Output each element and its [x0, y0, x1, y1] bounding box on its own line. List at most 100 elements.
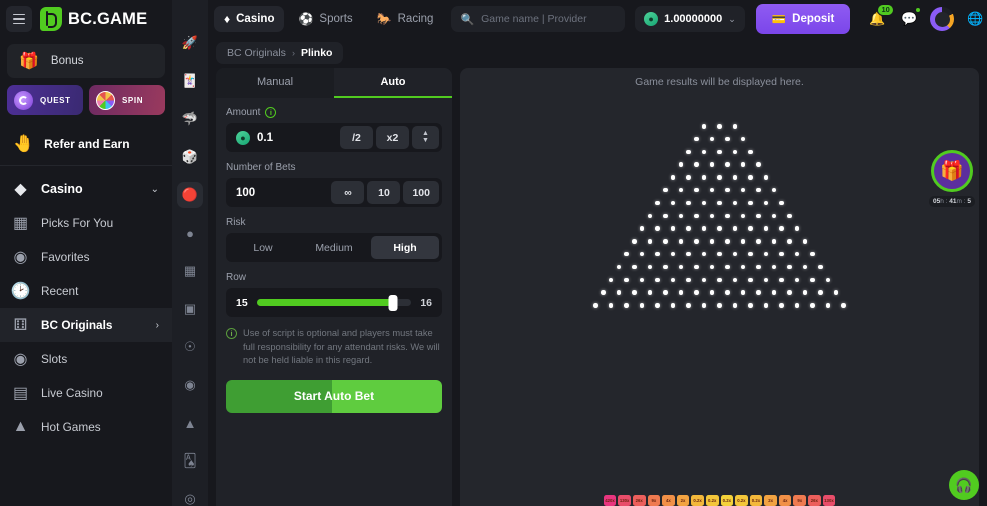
menu-toggle-button[interactable]: [6, 6, 32, 32]
peg: [717, 124, 722, 129]
peg: [825, 277, 831, 283]
info-icon[interactable]: i: [265, 107, 277, 118]
amount-half-button[interactable]: /2: [340, 126, 373, 149]
peg: [802, 264, 807, 270]
breadcrumb-current: Plinko: [300, 47, 333, 59]
start-auto-bet-button[interactable]: Start Auto Bet: [226, 379, 442, 413]
sidebar-item-live-casino[interactable]: ▤ Live Casino: [0, 376, 172, 410]
rail-crash-icon[interactable]: ▲: [177, 410, 203, 436]
rail-limbo-icon[interactable]: ◉: [177, 372, 203, 398]
support-button[interactable]: 🎧: [949, 470, 979, 500]
search-input[interactable]: [481, 13, 617, 25]
peg: [748, 226, 753, 231]
gift-reward-widget[interactable]: 🎁 05h : 41m : 5: [929, 150, 976, 207]
chevron-right-icon: ›: [291, 48, 295, 58]
rail-dice-icon[interactable]: 🎲: [177, 144, 203, 170]
multiplier-slot: 4x: [778, 495, 792, 506]
brand-logo[interactable]: BC.GAME: [40, 7, 147, 31]
peg: [717, 226, 722, 231]
rail-keno-icon[interactable]: ▦: [177, 258, 203, 284]
timer-separator-2: :: [963, 198, 966, 205]
risk-option-medium[interactable]: Medium: [300, 236, 368, 259]
sidebar-item-casino[interactable]: ◆ Casino ⌄: [0, 172, 172, 206]
sidebar-item-slots[interactable]: ◉ Slots: [0, 342, 172, 376]
gift-box-icon[interactable]: 🎁: [931, 150, 973, 192]
peg: [794, 277, 800, 283]
rail-cards-icon[interactable]: 🃏: [177, 68, 203, 94]
multiplier-slot: 2x: [676, 495, 690, 506]
game-search[interactable]: 🔍: [451, 6, 626, 32]
clock-icon: 🕑: [10, 283, 31, 300]
rail-wheel-icon[interactable]: ☉: [177, 334, 203, 360]
peg: [756, 239, 761, 244]
amount-double-button[interactable]: x2: [376, 126, 409, 149]
bets-preset-10[interactable]: 10: [367, 181, 401, 204]
peg-row: [639, 226, 800, 231]
row-slider-group: 15 16: [226, 288, 442, 317]
peg: [593, 303, 598, 308]
chat-button[interactable]: 💬: [898, 7, 922, 30]
rail-shark-icon[interactable]: 🦈: [177, 106, 203, 132]
peg: [794, 226, 800, 231]
peg: [709, 264, 714, 270]
amount-input-wrap[interactable]: ●: [229, 130, 337, 145]
sidebar-item-picks-for-you[interactable]: ▦ Picks For You: [0, 206, 172, 240]
peg: [732, 175, 738, 180]
rail-rocket-icon[interactable]: 🚀: [177, 30, 203, 56]
rail-hilo-icon[interactable]: 🂡: [177, 448, 203, 474]
risk-option-low[interactable]: Low: [229, 236, 297, 259]
nav-tab-racing[interactable]: 🐎 Racing: [367, 6, 444, 32]
rail-coin-flip-icon[interactable]: ●: [177, 220, 203, 246]
nav-tab-sports[interactable]: ⚽ Sports: [288, 6, 362, 32]
peg: [686, 226, 691, 231]
rail-roulette-icon[interactable]: ◎: [177, 486, 203, 506]
rail-plinko-icon[interactable]: 🔴: [177, 182, 203, 208]
language-button[interactable]: 🌐: [964, 8, 986, 30]
peg: [725, 136, 730, 142]
main-content: ♦ Casino ⚽ Sports 🐎 Racing 🔍 ● 1.0000000…: [208, 0, 987, 506]
sidebar-item-recent[interactable]: 🕑 Recent: [0, 274, 172, 308]
tab-auto[interactable]: Auto: [334, 68, 452, 98]
rail-mines-icon[interactable]: ▣: [177, 296, 203, 322]
risk-option-high[interactable]: High: [371, 236, 439, 259]
money-hand-icon: 🤚: [13, 134, 35, 153]
bets-label-row: Number of Bets: [226, 162, 442, 173]
tab-manual[interactable]: Manual: [216, 68, 334, 98]
balance-selector[interactable]: ● 1.00000000 ⌄: [635, 6, 745, 32]
nav-tab-casino[interactable]: ♦ Casino: [214, 6, 285, 32]
peg: [663, 213, 668, 219]
amount-input[interactable]: [257, 131, 330, 144]
peg: [763, 251, 769, 257]
notifications-button[interactable]: 🔔 10: [866, 4, 895, 30]
deposit-button[interactable]: 💳 Deposit: [755, 4, 851, 34]
amount-stepper[interactable]: ▲ ▼: [412, 126, 439, 149]
casino-diamond-icon: ◆: [14, 181, 27, 198]
chat-online-dot: [915, 7, 922, 13]
quest-label: QUEST: [40, 95, 71, 105]
sidebar-bonus-button[interactable]: 🎁 Bonus: [7, 44, 165, 78]
peg-row: [655, 200, 784, 206]
bets-preset-100[interactable]: 100: [403, 181, 439, 204]
spin-button[interactable]: SPIN: [89, 85, 165, 115]
bets-preset-infinite[interactable]: ∞: [331, 181, 365, 204]
sidebar-item-favorites[interactable]: ◉ Favorites: [0, 240, 172, 274]
number-of-bets-input[interactable]: [236, 186, 322, 199]
peg: [686, 277, 691, 283]
refer-and-earn-button[interactable]: 🤚 Refer and Earn: [0, 125, 172, 163]
peg-row: [601, 290, 838, 295]
peg: [802, 239, 807, 244]
quest-button[interactable]: QUEST: [7, 85, 83, 115]
user-avatar[interactable]: [930, 7, 955, 31]
sidebar-item-hot-games[interactable]: ▲ Hot Games: [0, 410, 172, 444]
row-slider[interactable]: [256, 294, 412, 311]
peg: [670, 175, 676, 180]
peg-row: [678, 162, 761, 167]
peg: [810, 277, 815, 283]
row-slider-handle[interactable]: [388, 294, 398, 311]
bets-input-wrap[interactable]: [229, 186, 328, 199]
sidebar-item-bc-originals[interactable]: ⚅ BC Originals ›: [0, 308, 172, 342]
peg: [732, 251, 738, 257]
breadcrumb-parent[interactable]: BC Originals: [227, 47, 286, 59]
peg: [771, 187, 776, 193]
bonus-label: Bonus: [50, 55, 84, 67]
